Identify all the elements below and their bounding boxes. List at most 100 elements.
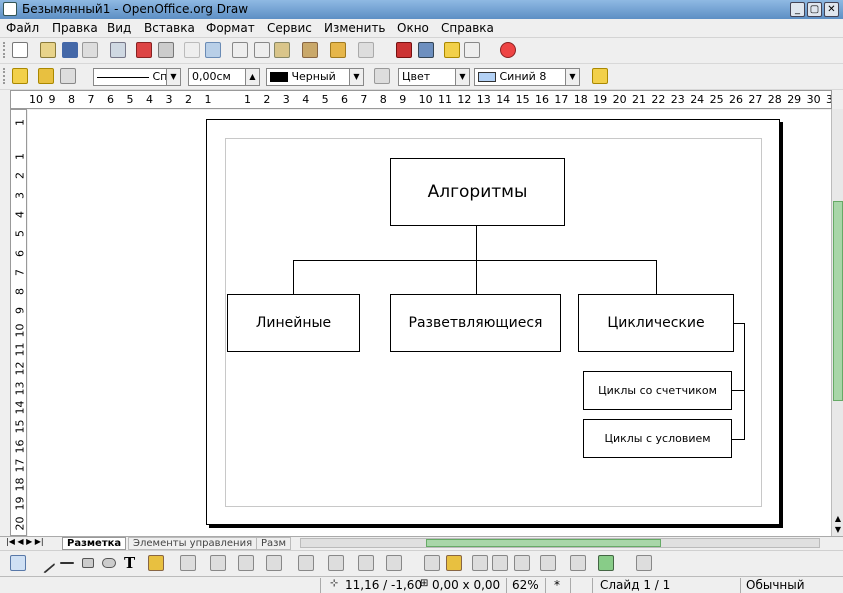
block-arrows-icon[interactable] [298, 555, 314, 571]
vertical-scrollbar[interactable]: ▲ ▼ [831, 109, 843, 536]
undo-icon[interactable] [330, 42, 346, 58]
edit-file-icon[interactable] [110, 42, 126, 58]
curve-icon[interactable] [148, 555, 164, 571]
from-file-icon[interactable] [492, 555, 508, 571]
tab-controls[interactable]: Элементы управления [128, 537, 258, 550]
chevron-down-icon[interactable]: ▼ [349, 69, 363, 85]
zoom-icon[interactable] [464, 42, 480, 58]
slide-page[interactable]: Алгоритмы Линейные Разветвляющиеся Цикли… [206, 119, 780, 525]
horizontal-scrollbar[interactable] [300, 538, 820, 548]
menu-tools[interactable]: Сервис [267, 21, 312, 35]
menu-window[interactable]: Окно [397, 21, 429, 35]
select-arrow-icon[interactable] [10, 555, 26, 571]
symbol-shapes-icon[interactable] [266, 555, 282, 571]
save-icon[interactable] [62, 42, 78, 58]
print-icon[interactable] [158, 42, 174, 58]
extrusion-icon[interactable] [636, 555, 652, 571]
node-counter-loops[interactable]: Циклы со счетчиком [583, 371, 732, 410]
redo-icon[interactable] [358, 42, 374, 58]
chart-icon[interactable] [396, 42, 412, 58]
ruler-tick-label: 31 [826, 93, 831, 106]
copy-icon[interactable] [254, 42, 270, 58]
shadow-icon[interactable] [592, 68, 608, 84]
menu-insert[interactable]: Вставка [144, 21, 195, 35]
flowchart-icon[interactable] [328, 555, 344, 571]
ruler-tick-label: 5 [13, 230, 27, 238]
menu-view[interactable]: Вид [107, 21, 131, 35]
tab-nav-icon[interactable]: |◀ ◀ ▶ ▶| [6, 537, 44, 546]
scrollbar-thumb[interactable] [426, 539, 661, 547]
ruler-tick-label: 16 [13, 439, 27, 453]
callouts-icon[interactable] [358, 555, 374, 571]
menu-help[interactable]: Справка [441, 21, 494, 35]
menu-edit[interactable]: Правка [52, 21, 98, 35]
help-icon[interactable] [500, 42, 516, 58]
email-icon[interactable] [82, 42, 98, 58]
close-button[interactable]: ✕ [824, 2, 839, 17]
node-linear[interactable]: Линейные [227, 294, 360, 352]
gallery-icon[interactable] [514, 555, 530, 571]
tab-layout[interactable]: Разметка [62, 537, 127, 550]
autospellcheck-icon[interactable] [205, 42, 221, 58]
line-tool-icon[interactable] [34, 552, 56, 574]
open-icon[interactable] [40, 42, 56, 58]
lines-arrows-icon[interactable] [210, 555, 226, 571]
ruler-tick-label: 29 [787, 93, 802, 106]
maximize-button[interactable]: ▢ [807, 2, 822, 17]
root-node[interactable]: Алгоритмы [390, 158, 565, 226]
navigator-icon[interactable] [418, 42, 434, 58]
draw-functions-icon[interactable] [444, 42, 460, 58]
node-branching[interactable]: Разветвляющиеся [390, 294, 561, 352]
scroll-down-icon[interactable]: ▼ [833, 525, 843, 535]
stars-icon[interactable] [386, 555, 402, 571]
ruler-tick-label: 17 [13, 458, 27, 473]
line-icon[interactable] [38, 68, 54, 84]
modified-indicator: * [554, 578, 560, 592]
points-icon[interactable] [424, 555, 440, 571]
chevron-down-icon[interactable]: ▼ [166, 69, 180, 85]
scroll-up-icon[interactable]: ▲ [833, 514, 843, 524]
paste-icon[interactable] [274, 42, 290, 58]
basic-shapes-icon[interactable] [238, 555, 254, 571]
area-style-select[interactable]: Цвет ▼ [398, 68, 470, 86]
format-paintbrush-icon[interactable] [302, 42, 318, 58]
line-width-field[interactable]: 0,00см ▲ [188, 68, 260, 86]
position-icon: ⊹ [330, 578, 339, 589]
fontwork-icon[interactable] [472, 555, 488, 571]
tab-dimension-lines[interactable]: Разм [256, 537, 292, 550]
styles-icon[interactable] [12, 68, 28, 84]
node-cyclic[interactable]: Циклические [578, 294, 734, 352]
text-tool-icon[interactable]: T [124, 554, 140, 572]
arrow-style-icon[interactable] [60, 68, 76, 84]
effects-icon[interactable] [540, 555, 556, 571]
node-condition-loops[interactable]: Циклы с условием [583, 419, 732, 458]
export-pdf-icon[interactable] [136, 42, 152, 58]
line-color-select[interactable]: Черный ▼ [266, 68, 364, 86]
zoom-level[interactable]: 62% [512, 578, 539, 592]
glue-points-icon[interactable] [446, 555, 462, 571]
cut-icon[interactable] [232, 42, 248, 58]
area-icon[interactable] [374, 68, 390, 84]
spellcheck-icon[interactable] [184, 42, 200, 58]
line-style-select[interactable]: Сп ▼ [93, 68, 181, 86]
align-icon[interactable] [570, 555, 586, 571]
spinner-icon[interactable]: ▲ [245, 69, 259, 85]
ruler-tick-label: 19 [593, 93, 608, 106]
menu-file[interactable]: Файл [6, 21, 39, 35]
rectangle-icon[interactable] [82, 558, 94, 568]
menu-format[interactable]: Формат [206, 21, 255, 35]
drawing-canvas[interactable]: Алгоритмы Линейные Разветвляющиеся Цикли… [28, 110, 831, 536]
scrollbar-thumb[interactable] [833, 201, 843, 401]
area-color-select[interactable]: Синий 8 ▼ [474, 68, 580, 86]
chevron-down-icon[interactable]: ▼ [455, 69, 469, 85]
new-document-icon[interactable] [12, 42, 28, 58]
menu-modify[interactable]: Изменить [324, 21, 386, 35]
connector-icon[interactable] [180, 555, 196, 571]
arrange-icon[interactable] [598, 555, 614, 571]
chevron-down-icon[interactable]: ▼ [565, 69, 579, 85]
ellipse-icon[interactable] [102, 558, 116, 568]
minimize-button[interactable]: _ [790, 2, 805, 17]
ruler-tick-label: 14 [496, 93, 511, 106]
size-icon: ⊞ [420, 578, 429, 589]
arrow-line-icon[interactable] [60, 562, 74, 564]
